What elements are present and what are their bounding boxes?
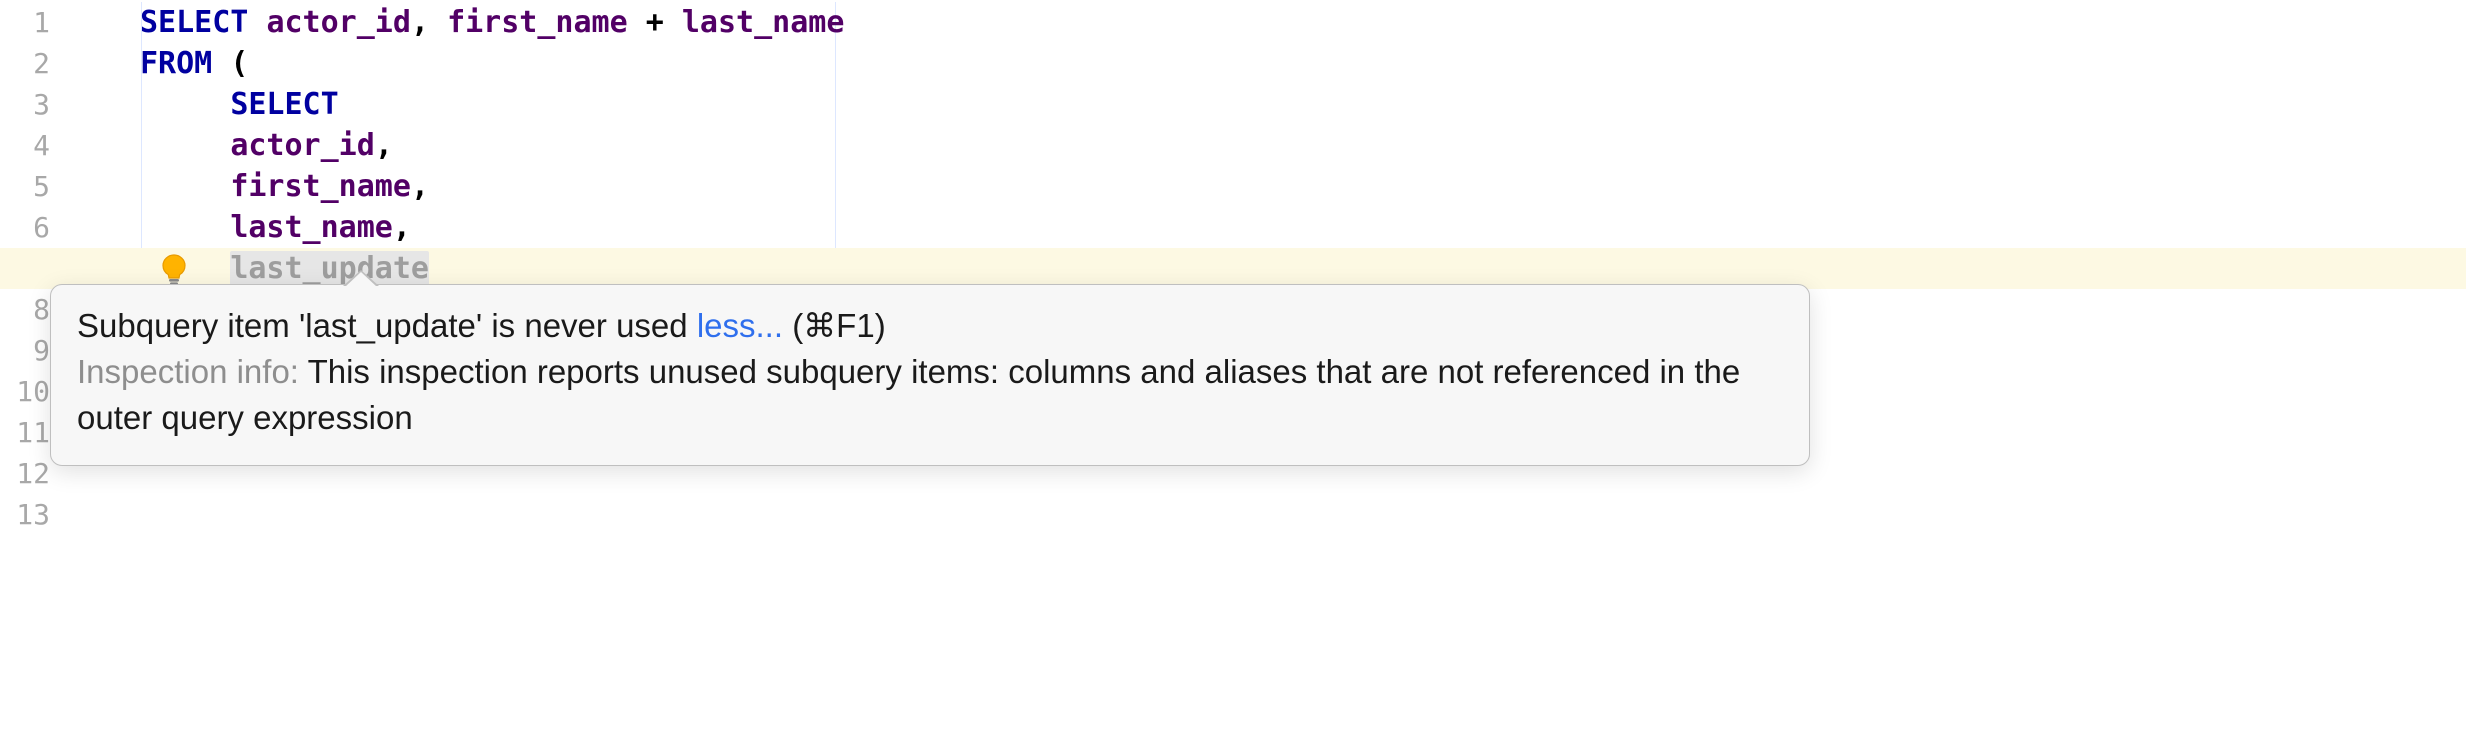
- tooltip-message: Subquery item 'last_update' is never use…: [77, 307, 688, 344]
- lightbulb-intention-icon[interactable]: [156, 252, 192, 288]
- code-line[interactable]: SELECT: [0, 84, 844, 125]
- keyword-select: SELECT: [140, 5, 248, 40]
- identifier: actor_id: [266, 5, 411, 40]
- tooltip-shortcut: (⌘F1): [792, 307, 886, 344]
- paren-open: (: [230, 46, 248, 81]
- comma: ,: [375, 128, 393, 163]
- tooltip-less-link[interactable]: less...: [697, 307, 783, 344]
- comma: ,: [411, 169, 429, 204]
- code-line[interactable]: SELECT actor_id, first_name + last_name: [0, 2, 844, 43]
- comma: ,: [411, 5, 429, 40]
- inspection-tooltip: Subquery item 'last_update' is never use…: [50, 284, 1810, 466]
- comma: ,: [393, 210, 411, 245]
- code-line[interactable]: actor_id,: [0, 125, 844, 166]
- keyword-from: FROM: [140, 46, 212, 81]
- keyword-select: SELECT: [230, 87, 338, 122]
- identifier: last_name: [682, 5, 845, 40]
- warning-identifier[interactable]: last_update: [230, 251, 429, 286]
- inspection-info-text: This inspection reports unused subquery …: [77, 353, 1740, 436]
- code-line[interactable]: FROM (: [0, 43, 844, 84]
- code-line[interactable]: first_name,: [0, 166, 844, 207]
- identifier: last_name: [230, 210, 393, 245]
- identifier: first_name: [230, 169, 411, 204]
- plus-operator: +: [646, 5, 664, 40]
- code-line-highlighted[interactable]: last_update: [0, 248, 844, 289]
- identifier: actor_id: [230, 128, 375, 163]
- identifier: first_name: [447, 5, 628, 40]
- code-line[interactable]: [0, 494, 844, 535]
- code-line[interactable]: last_name,: [0, 207, 844, 248]
- inspection-info-label: Inspection info:: [77, 353, 299, 390]
